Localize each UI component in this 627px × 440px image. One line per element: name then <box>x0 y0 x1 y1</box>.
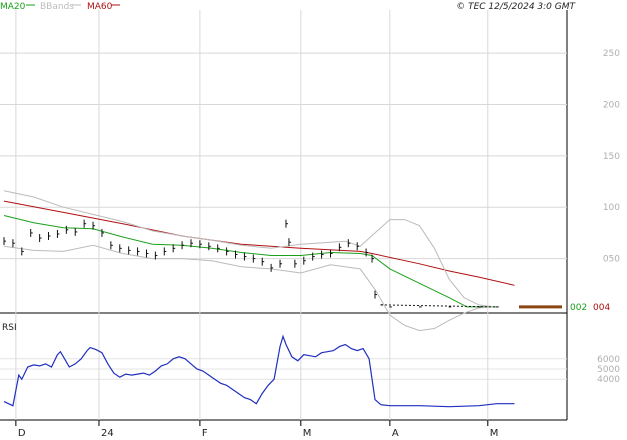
last-value-label-0: 002 <box>570 303 587 313</box>
time-tick-label-2: F <box>202 428 208 439</box>
price-tick-label-0: 250 <box>603 49 620 59</box>
price-series-group <box>3 190 515 332</box>
rsi-tick-label-2: 4000 <box>597 375 620 385</box>
legend-ma20-label: MA20 <box>0 2 26 12</box>
price-tick-label-4: 050 <box>603 255 620 265</box>
rsi-tick-label-0: 6000 <box>597 355 620 365</box>
legend-bbands-label: BBands <box>40 2 74 12</box>
price-tick-label-1: 200 <box>603 100 620 110</box>
time-tick-label-0: D <box>18 428 26 439</box>
price-bars-group <box>3 219 562 309</box>
gridlines <box>0 10 567 426</box>
rsi-tick-label-1: 5000 <box>597 365 620 375</box>
legend-ma60-label: MA60 <box>87 2 113 12</box>
rsi-line-0 <box>3 334 515 408</box>
chart-legend: MA20 BBands MA60 <box>0 2 120 12</box>
rsi-series-group <box>3 334 515 408</box>
rsi-title: RSI <box>2 323 17 333</box>
time-tick-label-3: M <box>303 428 312 439</box>
stock-chart: MA20 BBands MA60 © TEC 12/5/2024 3:0 GMT… <box>0 2 620 439</box>
time-tick-label-5: M <box>490 428 499 439</box>
copyright-text: © TEC 12/5/2024 3:0 GMT <box>456 2 576 12</box>
price-tick-label-2: 150 <box>603 152 620 162</box>
series-bbands-line-3 <box>3 244 494 332</box>
last-value-label-1: 004 <box>593 303 610 313</box>
time-tick-label-4: A <box>392 428 399 439</box>
axis-labels-group: 250 200 150 100 050 600050004000 D 24 F M A M 002 004 <box>18 49 620 439</box>
price-tick-label-3: 100 <box>603 203 620 213</box>
series-ma60-line-1 <box>3 200 515 286</box>
series-ma20-line-0 <box>3 215 497 308</box>
time-tick-label-1: 24 <box>101 428 114 439</box>
